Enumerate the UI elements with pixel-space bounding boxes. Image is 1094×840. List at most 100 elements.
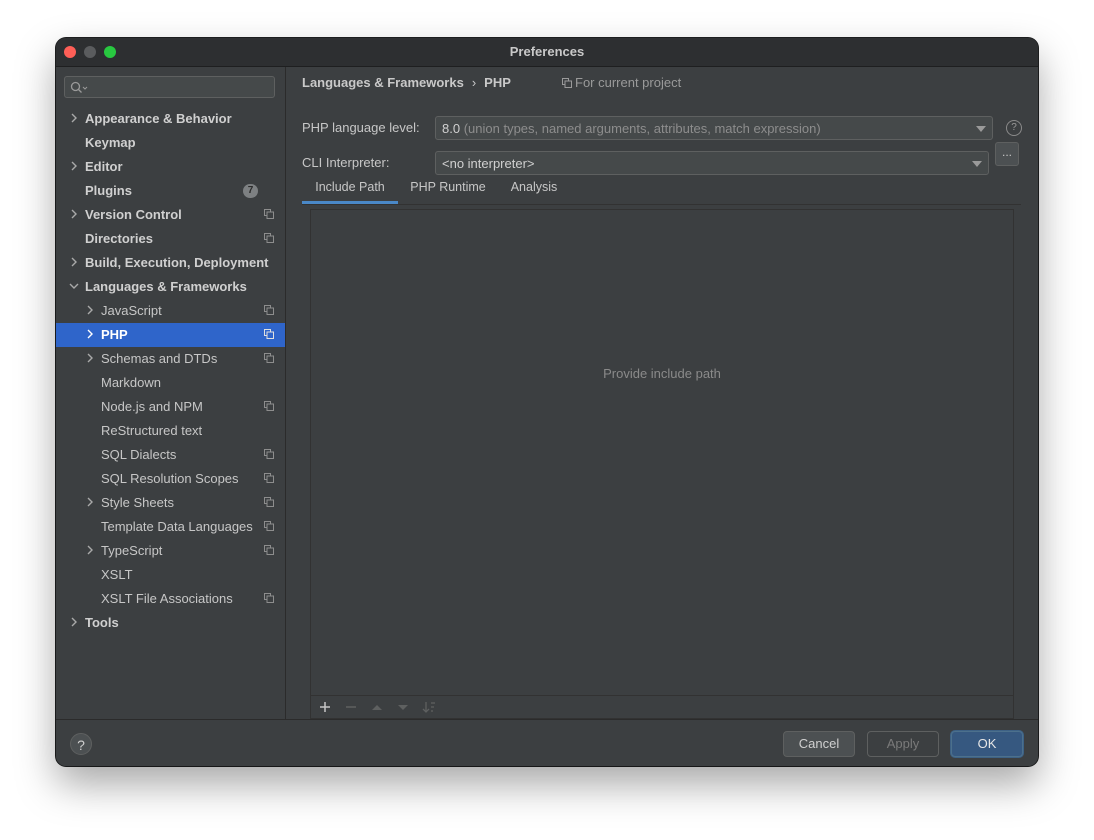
sidebar-item-label: Style Sheets [101,495,174,510]
sidebar-item-schemas-and-dtds[interactable]: Schemas and DTDs [56,347,285,371]
sidebar-item-typescript[interactable]: TypeScript [56,539,285,563]
cli-interpreter-more-button[interactable]: ... [995,142,1019,166]
chevron-right-icon[interactable] [83,303,97,317]
sidebar-item-template-data-languages[interactable]: Template Data Languages [56,515,285,539]
sidebar-item-tools[interactable]: Tools [56,611,285,635]
sidebar-item-build-execution-deployment[interactable]: Build, Execution, Deployment [56,251,285,275]
settings-sidebar: Appearance & Behavior Keymap Editor Plugins… [56,67,286,719]
sidebar-item-restructured-text[interactable]: ReStructured text [56,419,285,443]
sidebar-item-label: XSLT File Associations [101,591,233,606]
chevron-right-icon[interactable] [67,111,81,125]
chevron-right-icon[interactable] [83,351,97,365]
sidebar-item-xslt[interactable]: XSLT [56,563,285,587]
project-scope-icon [264,449,274,459]
sidebar-item-label: Keymap [85,135,136,150]
breadcrumb-current: PHP [484,75,511,90]
include-path-list[interactable]: Provide include path [310,209,1014,719]
sidebar-item-keymap[interactable]: Keymap [56,131,285,155]
sidebar-item-style-sheets[interactable]: Style Sheets [56,491,285,515]
sidebar-item-directories[interactable]: Directories [56,227,285,251]
project-scope-icon [264,305,274,315]
project-scope-icon [562,78,572,88]
chevron-right-icon[interactable] [83,327,97,341]
breadcrumb: Languages & Frameworks › PHP [302,75,511,90]
sidebar-item-xslt-file-associations[interactable]: XSLT File Associations [56,587,285,611]
project-scope-icon [264,545,274,555]
sort-icon[interactable] [421,699,437,715]
sidebar-item-label: Appearance & Behavior [85,111,232,126]
ok-button[interactable]: OK [951,731,1023,757]
apply-button[interactable]: Apply [867,731,939,757]
sidebar-item-label: TypeScript [101,543,163,558]
sidebar-item-markdown[interactable]: Markdown [56,371,285,395]
sidebar-item-label: Plugins [85,183,132,198]
breadcrumb-parent[interactable]: Languages & Frameworks [302,75,464,90]
sidebar-item-label: XSLT [101,567,133,582]
empty-state-text: Provide include path [603,366,721,381]
sidebar-item-label: SQL Dialects [101,447,177,462]
add-icon[interactable] [317,699,333,715]
sidebar-item-sql-resolution-scopes[interactable]: SQL Resolution Scopes [56,467,285,491]
sidebar-item-label: Directories [85,231,153,246]
chevron-right-icon[interactable] [83,495,97,509]
sidebar-item-version-control[interactable]: Version Control [56,203,285,227]
chevron-right-icon[interactable] [67,159,81,173]
scope-indicator: For current project [562,75,681,90]
php-language-level-select[interactable]: 8.0 (union types, named arguments, attri… [435,116,993,140]
scope-label: For current project [575,75,682,90]
sidebar-item-label: JavaScript [101,303,162,318]
sidebar-item-languages-frameworks[interactable]: Languages & Frameworks [56,275,285,299]
chevron-right-icon[interactable] [67,615,81,629]
preferences-window: Preferences Appearance & Behavior Keymap E… [56,38,1038,766]
tab-include-path[interactable]: Include Path [302,172,398,204]
help-button[interactable]: ? [70,733,92,755]
sidebar-item-plugins[interactable]: Plugins 7 [56,179,285,203]
title-bar: Preferences [56,38,1038,67]
project-scope-icon [264,329,274,339]
sidebar-item-label: Template Data Languages [101,519,253,534]
move-down-icon[interactable] [395,699,411,715]
project-scope-icon [264,401,274,411]
settings-search-input[interactable] [64,76,275,98]
remove-icon[interactable] [343,699,359,715]
chevron-down-icon[interactable] [67,279,81,293]
sidebar-item-label: Tools [85,615,119,630]
project-scope-icon [264,473,274,483]
cancel-button[interactable]: Cancel [783,731,855,757]
sidebar-item-node-js-and-npm[interactable]: Node.js and NPM [56,395,285,419]
sidebar-item-label: Markdown [101,375,161,390]
move-up-icon[interactable] [369,699,385,715]
sidebar-item-label: SQL Resolution Scopes [101,471,239,486]
search-icon [70,81,88,93]
update-count-badge: 7 [243,184,258,198]
window-title: Preferences [509,44,585,59]
sidebar-item-label: Languages & Frameworks [85,279,247,294]
help-icon[interactable]: ? [1006,120,1022,136]
tab-php-runtime[interactable]: PHP Runtime [400,172,496,204]
php-language-level-label: PHP language level: [302,120,420,135]
cli-interpreter-value: <no interpreter> [442,156,535,171]
project-scope-icon [264,521,274,531]
php-language-level-value: 8.0 [442,121,461,136]
chevron-right-icon[interactable] [67,255,81,269]
php-tabs: Include Path PHP Runtime Analysis [302,172,1021,205]
chevron-right-icon[interactable] [83,543,97,557]
project-scope-icon [264,233,274,243]
sidebar-item-label: Version Control [85,207,182,222]
sidebar-item-label: Node.js and NPM [101,399,203,414]
sidebar-item-editor[interactable]: Editor [56,155,285,179]
project-scope-icon [264,353,274,363]
tab-analysis[interactable]: Analysis [498,172,570,204]
breadcrumb-separator: › [471,75,477,90]
dialog-footer: ? Cancel Apply OK [56,719,1038,766]
sidebar-item-appearance-behavior[interactable]: Appearance & Behavior [56,107,285,131]
chevron-down-icon [972,161,982,167]
sidebar-item-php[interactable]: PHP [56,323,285,347]
php-language-level-hint: (union types, named arguments, attribute… [463,121,821,136]
sidebar-item-sql-dialects[interactable]: SQL Dialects [56,443,285,467]
sidebar-item-javascript[interactable]: JavaScript [56,299,285,323]
sidebar-item-label: Build, Execution, Deployment [85,255,269,270]
chevron-down-icon [976,126,986,132]
chevron-right-icon[interactable] [67,207,81,221]
sidebar-item-label: Schemas and DTDs [101,351,218,366]
